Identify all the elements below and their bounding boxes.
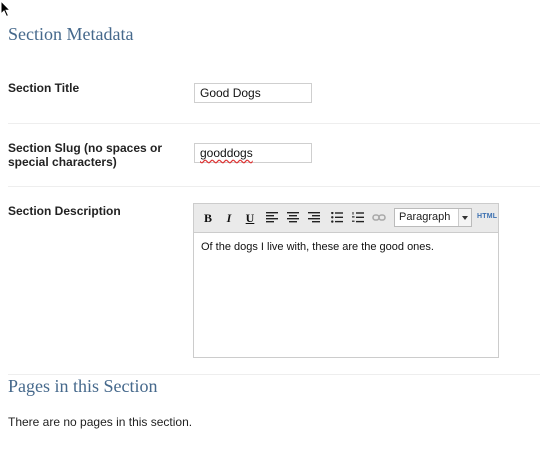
section-title-label: Section Title: [8, 81, 80, 95]
numbered-list-icon[interactable]: [350, 210, 366, 226]
section-title-input[interactable]: Good Dogs: [194, 83, 312, 103]
no-pages-message: There are no pages in this section.: [8, 415, 193, 429]
format-select[interactable]: Paragraph: [394, 208, 472, 227]
mouse-cursor-icon: [0, 0, 12, 18]
align-left-icon[interactable]: [264, 210, 280, 226]
section-slug-value: gooddogs: [200, 146, 253, 160]
align-right-icon[interactable]: [306, 210, 322, 226]
editor-content-text: Of the dogs I live with, these are the g…: [201, 241, 434, 253]
pages-heading: Pages in this Section: [8, 376, 158, 396]
section-description-label: Section Description: [8, 204, 121, 218]
section-metadata-heading: Section Metadata: [8, 24, 134, 44]
rich-text-editor: B I U Paragraph HTML Of the dogs I live …: [193, 203, 499, 358]
editor-toolbar: B I U Paragraph HTML: [194, 204, 498, 233]
bullet-list-icon[interactable]: [329, 210, 345, 226]
section-slug-input[interactable]: gooddogs: [194, 143, 312, 163]
divider: [8, 374, 540, 375]
divider: [8, 123, 540, 124]
format-select-value: Paragraph: [399, 211, 451, 223]
editor-content-area[interactable]: Of the dogs I live with, these are the g…: [194, 233, 498, 261]
align-center-icon[interactable]: [285, 210, 301, 226]
chevron-down-icon: [458, 209, 471, 226]
section-slug-label-line1: Section Slug (no spaces or: [8, 141, 163, 155]
html-mode-button[interactable]: HTML: [477, 213, 497, 220]
section-slug-label: Section Slug (no spaces or special chara…: [8, 141, 162, 169]
section-slug-label-line2: special characters): [8, 155, 117, 169]
divider: [8, 186, 540, 187]
italic-icon[interactable]: I: [221, 210, 237, 226]
bold-icon[interactable]: B: [200, 210, 216, 226]
link-icon[interactable]: [371, 210, 387, 226]
underline-icon[interactable]: U: [242, 210, 258, 226]
